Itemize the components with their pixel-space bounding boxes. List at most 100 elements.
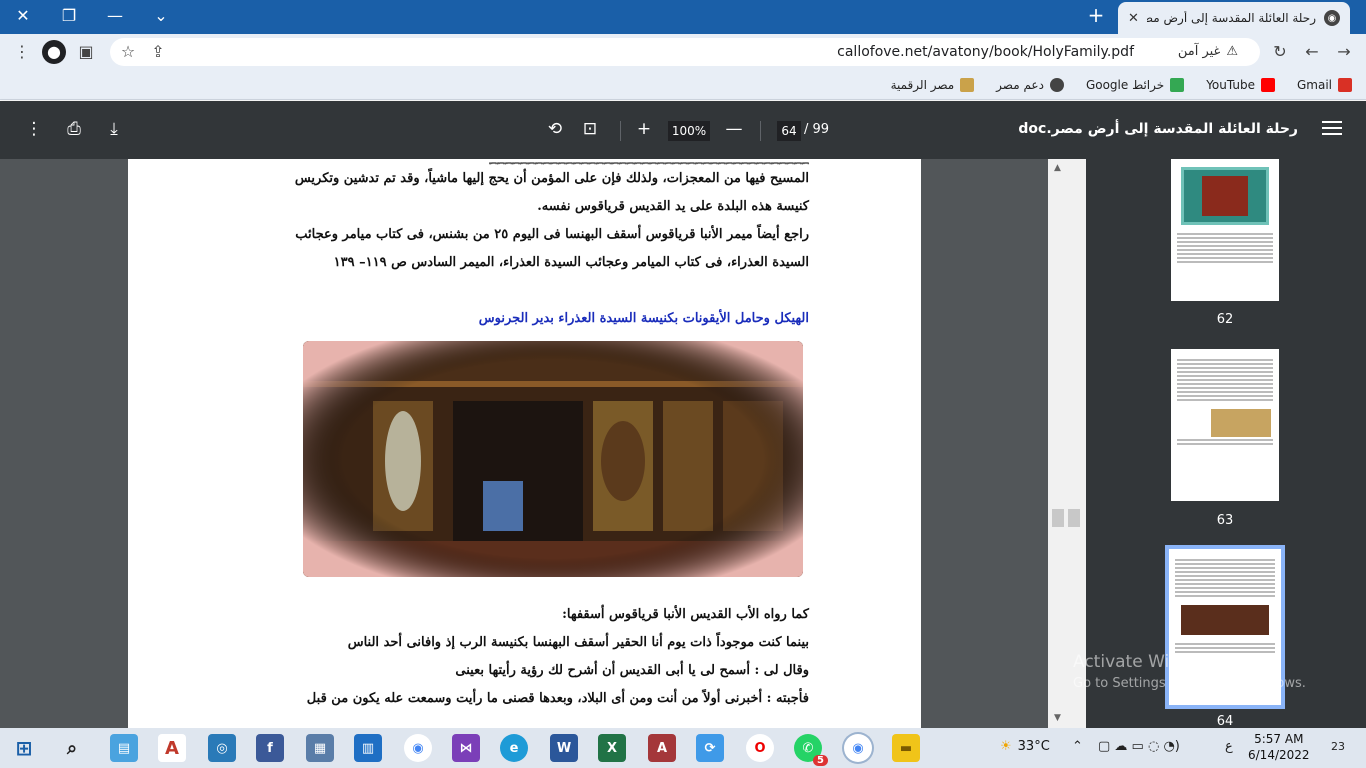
notification-badge: 5: [813, 755, 828, 766]
address-bar[interactable]: ☆ ⇪ callofove.net/avatony/book/HolyFamil…: [110, 38, 1260, 66]
sync-icon[interactable]: ⟳: [696, 734, 724, 762]
zoom-input[interactable]: 100%: [668, 121, 710, 141]
zoom-in-button[interactable]: +: [632, 119, 656, 139]
tab-title: رحلة العائلة المقدسة إلى أرض مصر: [1146, 11, 1316, 25]
clock[interactable]: 5:57 AM 6/14/2022: [1248, 731, 1310, 763]
file-explorer-icon[interactable]: ▬: [892, 734, 920, 762]
show-hidden-icons[interactable]: ⌃: [1072, 739, 1083, 754]
thumbnail-page-number: 62: [1216, 312, 1234, 327]
scroll-thumb[interactable]: [1052, 509, 1064, 527]
bookmarks-bar: Gmail YouTube خرائط Google دعم مصر مصر ا…: [0, 70, 1366, 100]
scroll-down-icon[interactable]: ▼: [1054, 713, 1061, 723]
forward-icon[interactable]: ←: [1300, 40, 1324, 64]
thumbnail-page-63[interactable]: [1171, 349, 1279, 501]
thumbnail-page-62[interactable]: [1171, 159, 1279, 301]
weather-widget[interactable]: ☀ 33°C: [1000, 739, 1050, 754]
word-icon[interactable]: W: [550, 734, 578, 762]
paragraph-line: كما رواه الأب القديس الأنبا قرياقوس أسقف…: [562, 607, 809, 622]
bookmark-digital-egypt[interactable]: مصر الرقمية: [891, 77, 975, 92]
tab-close-button[interactable]: ✕: [1128, 11, 1139, 26]
magnifier-icon[interactable]: ◎: [208, 734, 236, 762]
chrome-icon[interactable]: ◉: [404, 734, 432, 762]
rotate-icon[interactable]: ⟲: [543, 119, 567, 139]
paragraph-line: فأجبته : أخبرنى أولاً من أنت ومن أى البل…: [306, 691, 809, 706]
zoom-out-button[interactable]: —: [722, 119, 746, 139]
download-icon[interactable]: ⤓: [102, 119, 126, 139]
paragraph-line: وقال لى : أسمح لى يا أبى القديس أن أشرح …: [455, 663, 809, 678]
scroll-thumb-secondary[interactable]: [1068, 509, 1080, 527]
search-icon[interactable]: ⌕: [58, 734, 86, 762]
page-number-input[interactable]: 64: [777, 121, 801, 141]
paragraph-line: كنيسة هذه البلدة على يد القديس قرياقوس ن…: [537, 199, 809, 214]
taskbar: ⊞ ⌕ ▤ A ◎ f ▦ ▥ ◉ ⋈ e W X A ⟳ O ✆ 5 ◉ ▬ …: [0, 728, 1366, 768]
thumbnail-page-number: 64: [1216, 714, 1234, 729]
security-indicator[interactable]: ⚠ غير آمن: [1178, 44, 1238, 59]
bookmark-star-icon[interactable]: ☆: [116, 40, 140, 64]
windows-start-icon[interactable]: ⊞: [10, 734, 38, 762]
globe-icon: ◉: [1324, 10, 1340, 26]
title-bar: ✕ ❐ — ⌄ + ◉ رحلة العائلة المقدسة إلى أرض…: [0, 0, 1366, 34]
opera-icon[interactable]: O: [746, 734, 774, 762]
digital-egypt-icon: [960, 77, 975, 92]
notification-center-icon[interactable]: 23: [1326, 737, 1350, 757]
restore-window-button[interactable]: ❐: [46, 0, 92, 30]
globe-icon: [1049, 77, 1064, 92]
more-options-icon[interactable]: ⋮: [22, 119, 46, 139]
bookmark-egypt-support[interactable]: دعم مصر: [996, 77, 1064, 92]
image-caption-heading: الهيكل وحامل الأيقونات بكنيسة السيدة الع…: [478, 311, 809, 326]
system-tray-icons[interactable]: ▢ ☁ ▭ ◌ ◔): [1098, 739, 1180, 754]
url-text[interactable]: callofove.net/avatony/book/HolyFamily.pd…: [837, 44, 1134, 60]
share-icon[interactable]: ⇪: [146, 40, 170, 64]
reload-icon[interactable]: ↻: [1268, 40, 1292, 64]
toolbar-divider: [620, 121, 621, 141]
facebook-icon[interactable]: f: [256, 734, 284, 762]
toolbar-divider: [760, 121, 761, 141]
access-icon[interactable]: A: [648, 734, 676, 762]
date: 6/14/2022: [1248, 748, 1310, 762]
input-language[interactable]: ع: [1225, 739, 1233, 754]
back-icon[interactable]: →: [1332, 40, 1356, 64]
calculator-icon[interactable]: ▦: [306, 734, 334, 762]
thumbnail-sidebar: 62 63 64: [1086, 159, 1366, 729]
hamburger-menu-icon[interactable]: [1322, 117, 1342, 141]
security-label: غير آمن: [1177, 44, 1221, 59]
vertical-scrollbar[interactable]: ▲ ▼: [1048, 159, 1086, 728]
bookmark-youtube[interactable]: YouTube: [1206, 77, 1275, 92]
paragraph-line: المسيح فيها من المعجزات، ولذلك فإن على ا…: [294, 171, 809, 186]
fit-page-icon[interactable]: ⊡: [578, 119, 602, 139]
youtube-icon: [1260, 77, 1275, 92]
close-window-button[interactable]: ✕: [0, 0, 46, 30]
document-title: رحلة العائلة المقدسة إلى أرض مصر.doc: [1018, 121, 1298, 137]
sun-cloud-icon: ☀: [1000, 739, 1012, 754]
chrome-active-icon[interactable]: ◉: [844, 734, 872, 762]
autocad-icon[interactable]: A: [158, 734, 186, 762]
visual-studio-icon[interactable]: ⋈: [452, 734, 480, 762]
warning-icon: ⚠: [1226, 44, 1238, 59]
edge-icon[interactable]: e: [500, 734, 528, 762]
paragraph-line: راجع أيضاً ميمر الأنبا قرياقوس أسقف البه…: [295, 227, 809, 242]
thumbnail-page-number: 63: [1216, 513, 1234, 528]
print-icon[interactable]: ⎙: [62, 119, 86, 139]
tab-search-button[interactable]: ⌄: [138, 0, 184, 30]
gmail-icon: [1338, 77, 1352, 92]
church-iconostasis-photo: [303, 341, 803, 577]
profile-icon[interactable]: ●: [42, 40, 66, 64]
calendar-icon[interactable]: ▥: [354, 734, 382, 762]
whatsapp-icon[interactable]: ✆ 5: [794, 734, 828, 766]
minimize-window-button[interactable]: —: [92, 0, 138, 30]
menu-icon[interactable]: ⋮: [10, 40, 34, 64]
active-tab[interactable]: ◉ رحلة العائلة المقدسة إلى أرض مصر ✕: [1118, 2, 1350, 34]
excel-icon[interactable]: X: [598, 734, 626, 762]
temperature: 33°C: [1017, 739, 1050, 754]
pdf-toolbar: رحلة العائلة المقدسة إلى أرض مصر.doc / 9…: [0, 101, 1366, 159]
scroll-up-icon[interactable]: ▲: [1054, 163, 1061, 173]
control-panel-icon[interactable]: ▤: [110, 734, 138, 762]
bookmark-maps[interactable]: خرائط Google: [1086, 77, 1185, 92]
pdf-page: ؁؁؁؁؁؁؁؁؁؁؁؁؁؁؁؁؁؁؁؁؁؁؁؁؁؁؁؁؁؁؁؁؁؁؁؁؁؁؁؁…: [128, 159, 921, 728]
pdf-viewer[interactable]: ؁؁؁؁؁؁؁؁؁؁؁؁؁؁؁؁؁؁؁؁؁؁؁؁؁؁؁؁؁؁؁؁؁؁؁؁؁؁؁؁…: [0, 159, 1086, 728]
bookmark-gmail[interactable]: Gmail: [1297, 77, 1352, 92]
sidebar-toggle-icon[interactable]: ▣: [74, 40, 98, 64]
page-total: / 99: [804, 122, 830, 137]
time: 5:57 AM: [1254, 732, 1304, 746]
new-tab-button[interactable]: +: [1085, 5, 1107, 27]
